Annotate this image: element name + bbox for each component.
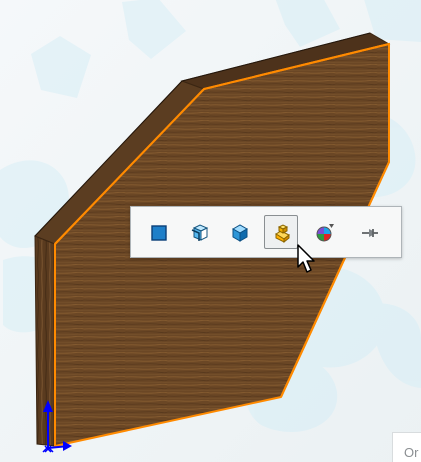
appearance-sphere-icon	[316, 224, 334, 242]
orientation-status-text: Or	[404, 445, 419, 460]
context-toolbar[interactable]	[130, 206, 402, 258]
graphics-viewport[interactable]: Or	[0, 0, 421, 462]
yellow-part-icon	[275, 224, 290, 243]
section-view-icon	[191, 224, 209, 241]
standard-view-button[interactable]	[222, 215, 256, 249]
section-view-button[interactable]	[181, 215, 215, 249]
panel-side-face	[34, 235, 56, 447]
pin-button[interactable]	[352, 215, 386, 249]
square-face-icon	[151, 225, 167, 241]
isometric-cube-icon	[231, 224, 249, 242]
feature-button[interactable]	[264, 215, 298, 249]
pin-icon	[362, 229, 378, 237]
mouse-pointer-icon	[297, 244, 315, 273]
orientation-status-panel: Or	[392, 432, 421, 462]
normal-to-button[interactable]	[141, 215, 175, 249]
